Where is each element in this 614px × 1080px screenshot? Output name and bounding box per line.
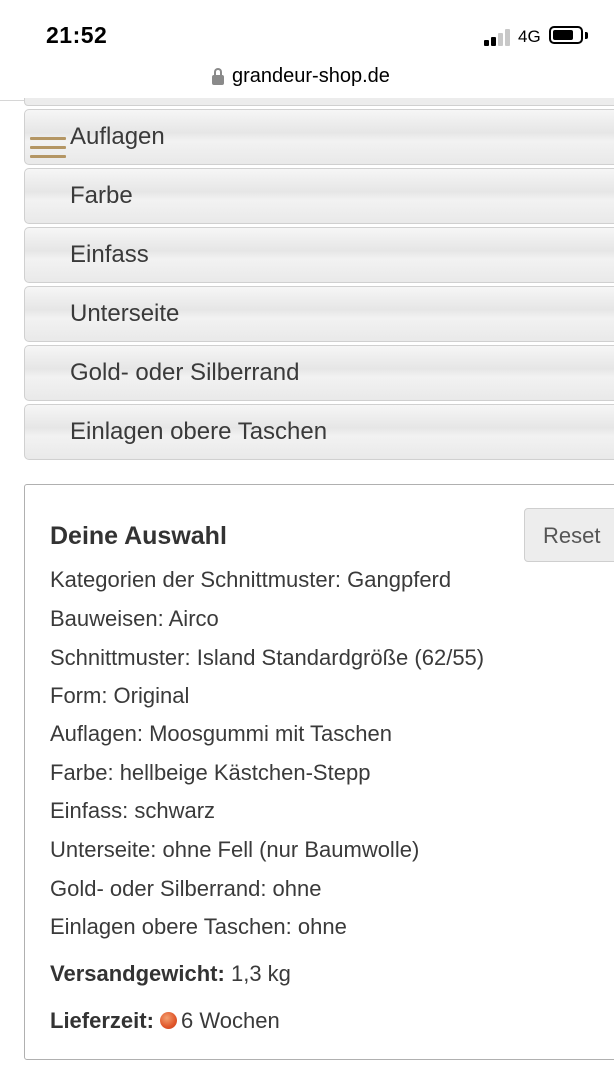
hamburger-icon[interactable] [30,137,66,161]
reset-button[interactable]: Reset [524,508,614,562]
selection-summary: Deine Auswahl Reset Kategorien der Schni… [24,484,614,1060]
accordion-label: Gold- oder Silberrand [70,359,300,386]
accordion-label: Auflagen [70,123,165,150]
network-type: 4G [518,27,541,46]
accordion-item-einlagen-obere-taschen[interactable]: Einlagen obere Taschen [24,404,614,460]
shipping-weight: Versandgewicht: 1,3 kg [50,961,291,987]
delivery-time-label: Lieferzeit: [50,1008,154,1033]
status-time: 21:52 [46,22,108,48]
accordion-item-partial[interactable] [24,98,614,106]
selection-line: Schnittmuster: Island Standardgröße (62/… [50,645,485,670]
selection-line: Auflagen: Moosgummi mit Taschen [50,721,392,746]
accordion-label: Einlagen obere Taschen [70,418,328,445]
accordion-item-gold-silberrand[interactable]: Gold- oder Silberrand [24,345,614,401]
delivery-time-value: 6 Wochen [181,1008,280,1033]
battery-icon [549,26,583,44]
accordion-item-unterseite[interactable]: Unterseite [24,286,614,342]
browser-url-bar[interactable]: grandeur-shop.de [0,60,614,101]
delivery-time: Lieferzeit: 6 Wochen [50,1008,280,1034]
shipping-weight-label: Versandgewicht: [50,961,225,986]
lock-icon [212,68,224,86]
status-bar: 21:52 4G [0,0,614,60]
accordion-item-auflagen[interactable]: Auflagen [24,109,614,165]
selection-line: Farbe: hellbeige Kästchen-Stepp [50,760,371,785]
selection-line: Einfass: schwarz [50,798,216,823]
accordion-item-farbe[interactable]: Farbe [24,168,614,224]
accordion-label: Unterseite [70,300,180,327]
selection-line: Gold- oder Silberrand: ohne [50,876,322,901]
selection-line: Form: Original [50,683,190,708]
selection-line: Bauweisen: Airco [50,606,219,631]
accordion-label: Farbe [70,182,133,209]
battery-tip [585,32,588,39]
accordion-label: Einfass [70,241,149,268]
selection-line: Unterseite: ohne Fell (nur Baumwolle) [50,837,420,862]
selection-line: Einlagen obere Taschen: ohne [50,914,347,939]
selection-line: Kategorien der Schnittmuster: Gangpferd [50,567,452,592]
url-text[interactable]: grandeur-shop.de [232,65,390,88]
signal-icon [484,28,512,46]
selection-title: Deine Auswahl [50,522,227,550]
accordion-item-einfass[interactable]: Einfass [24,227,614,283]
shipping-weight-value: 1,3 kg [230,961,291,986]
status-dot-icon [160,1012,178,1029]
